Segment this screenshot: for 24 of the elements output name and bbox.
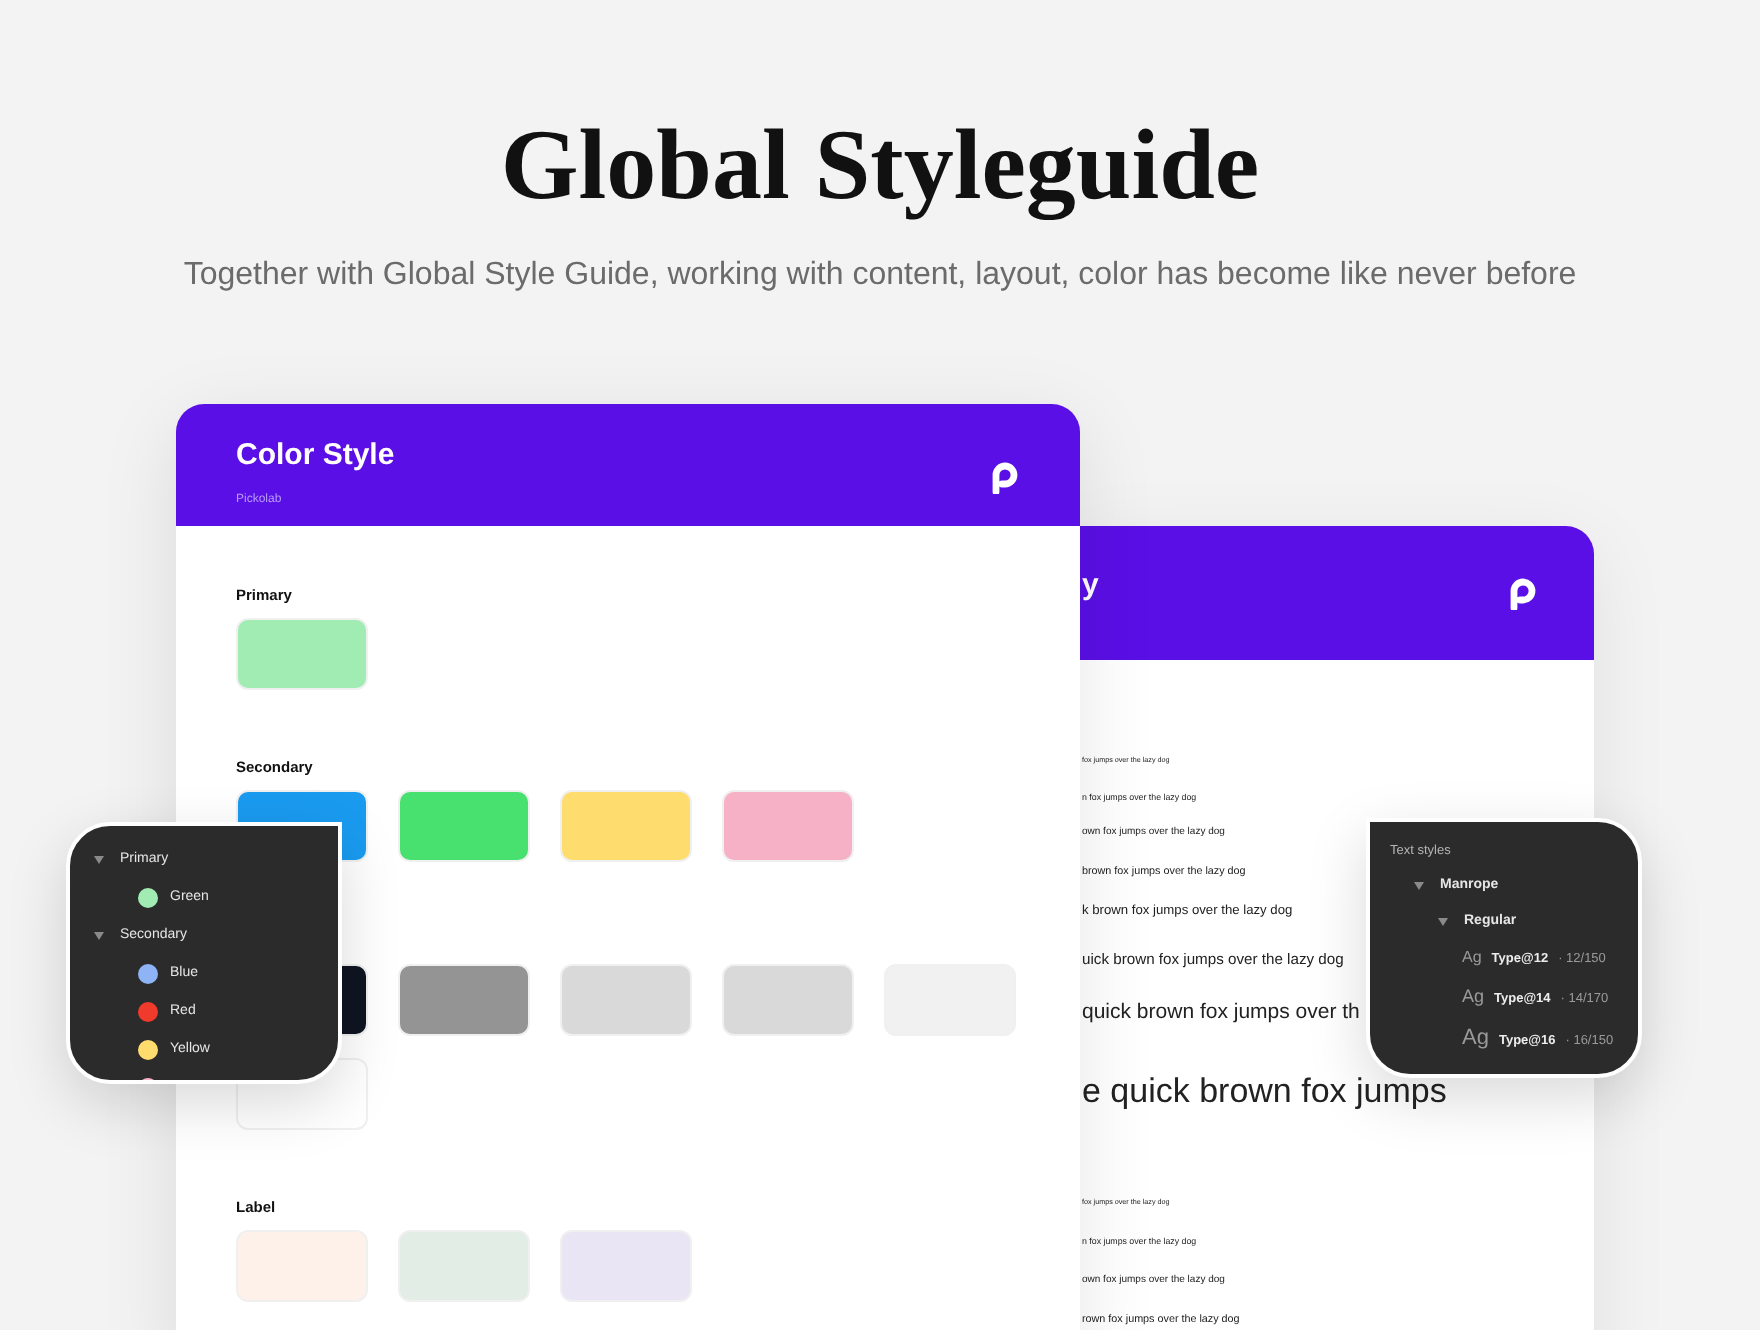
caret-icon bbox=[94, 932, 104, 940]
caret-icon bbox=[94, 856, 104, 864]
color-swatch[interactable] bbox=[560, 1230, 692, 1302]
color-swatch[interactable] bbox=[398, 1230, 530, 1302]
color-swatch[interactable] bbox=[560, 790, 692, 862]
logo-icon bbox=[990, 460, 1020, 494]
card-title: y bbox=[1082, 566, 1099, 607]
color-swatch[interactable] bbox=[560, 964, 692, 1036]
caret-icon bbox=[1414, 882, 1424, 890]
caret-icon bbox=[1438, 918, 1448, 926]
type-sample-line: quick brown fox jumps over th bbox=[1082, 1001, 1360, 1023]
logo-icon bbox=[1508, 576, 1538, 610]
color-swatch[interactable] bbox=[722, 790, 854, 862]
type-sample: Ag bbox=[1462, 946, 1482, 970]
color-swatch[interactable] bbox=[236, 618, 368, 690]
type-sample-line: e quick brown fox jumps bbox=[1082, 1074, 1447, 1109]
type-sample: Ag bbox=[1462, 984, 1485, 1010]
card-title: Color Style bbox=[236, 436, 395, 476]
type-sample: Ag bbox=[1462, 1024, 1489, 1054]
page-subtitle: Together with Global Style Guide, working with content, layout, color has become like never before bbox=[183, 256, 1577, 296]
color-swatch[interactable] bbox=[398, 964, 530, 1036]
color-swatch[interactable] bbox=[398, 790, 530, 862]
color-swatch[interactable] bbox=[722, 964, 854, 1036]
page-title: Global Styleguide bbox=[500, 106, 1260, 224]
